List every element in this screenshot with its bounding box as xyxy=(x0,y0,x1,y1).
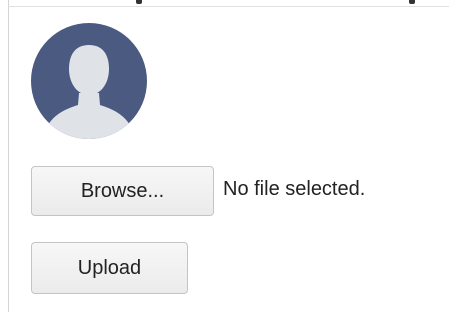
panel-left-border xyxy=(8,0,9,312)
profile-photo-panel: Browse... No file selected. Upload xyxy=(0,0,449,312)
upload-button[interactable]: Upload xyxy=(31,242,188,294)
file-status-text: No file selected. xyxy=(223,178,366,200)
avatar-icon xyxy=(31,23,147,139)
panel-top-border xyxy=(8,6,449,7)
browse-button[interactable]: Browse... xyxy=(31,166,214,216)
